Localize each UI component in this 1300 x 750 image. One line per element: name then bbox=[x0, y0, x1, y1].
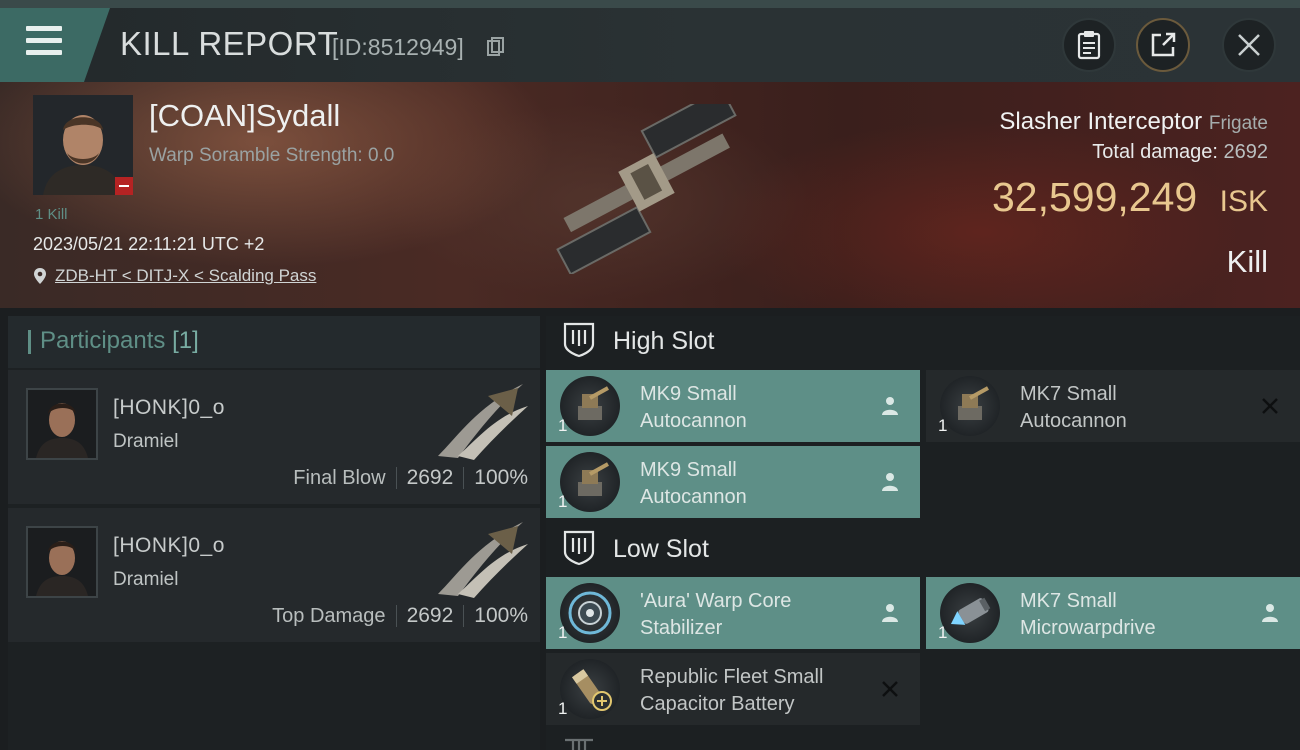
module-quantity: 1 bbox=[938, 416, 948, 435]
attacker-ship: Dramiel bbox=[113, 431, 179, 452]
menu-icon[interactable] bbox=[26, 26, 62, 56]
stat-divider bbox=[395, 605, 397, 627]
module-item[interactable]: 1 MK7 Small Microwarpdrive bbox=[926, 577, 1300, 649]
participant-card[interactable]: [HONK]0_o Dramiel Top Damage 2692 100% bbox=[8, 508, 540, 642]
capacitor-battery-icon bbox=[560, 659, 620, 719]
isk-value: 32,599,249 bbox=[991, 174, 1198, 220]
share-button[interactable] bbox=[1136, 18, 1190, 72]
total-damage-value: 2692 bbox=[1223, 141, 1269, 163]
high-slot-title: High Slot bbox=[613, 327, 715, 355]
warp-core-stabilizer-icon bbox=[560, 583, 620, 643]
low-slot-title: Low Slot bbox=[613, 535, 709, 563]
high-slot-header: High Slot bbox=[546, 316, 1300, 368]
module-item[interactable]: 1 Republic Fleet Small Capacitor Battery bbox=[546, 653, 920, 725]
module-quantity: 1 bbox=[558, 623, 568, 642]
module-quantity: 1 bbox=[558, 416, 568, 435]
module-name: MK7 Small Autocannon bbox=[1020, 383, 1127, 432]
low-slot-header: Low Slot bbox=[546, 524, 1300, 576]
module-item[interactable]: 1 MK7 Small Autocannon bbox=[926, 370, 1300, 442]
module-name: Republic Fleet Small Capacitor Battery bbox=[640, 666, 824, 715]
share-icon bbox=[1151, 32, 1176, 57]
attacker-damage: 2692 bbox=[406, 604, 454, 627]
attacker-damage-percent: 100% bbox=[474, 466, 528, 489]
attacker-damage-percent: 100% bbox=[474, 604, 528, 627]
attacker-portrait[interactable] bbox=[26, 388, 98, 460]
participant-card[interactable]: [HONK]0_o Dramiel Final Blow 2692 100% bbox=[8, 370, 540, 504]
attacker-stats: Top Damage 2692 100% bbox=[272, 604, 528, 628]
participants-title: Participants [1] bbox=[40, 327, 199, 355]
top-damage-label: Top Damage bbox=[272, 604, 386, 627]
top-accent-line bbox=[0, 0, 1300, 8]
warp-scramble-strength: Warp Soramble Strength: 0.0 bbox=[149, 145, 395, 166]
location-pin-icon bbox=[34, 268, 46, 284]
module-name: MK9 Small Autocannon bbox=[640, 459, 747, 508]
kill-location[interactable]: ZDB-HT < DITJ-X < Scalding Pass bbox=[33, 266, 316, 286]
isk-value-row: 32,599,249 ISK bbox=[992, 174, 1268, 221]
report-id: [ID:8512949] bbox=[332, 34, 464, 60]
dropped-person-icon bbox=[878, 470, 902, 494]
ship-name[interactable]: Slasher Interceptor bbox=[999, 108, 1202, 135]
participants-header: Participants [1] bbox=[8, 316, 540, 368]
autocannon-icon bbox=[560, 376, 620, 436]
stat-divider bbox=[463, 467, 465, 489]
autocannon-icon bbox=[940, 376, 1000, 436]
participants-label: Participants bbox=[40, 327, 166, 354]
module-name: MK9 Small Autocannon bbox=[640, 383, 747, 432]
clipboard-icon bbox=[1077, 31, 1101, 60]
final-blow-label: Final Blow bbox=[293, 466, 386, 489]
participants-accent-bar bbox=[28, 330, 31, 354]
module-item[interactable]: 1 'Aura' Warp Core Stabilizer bbox=[546, 577, 920, 649]
destroyed-x-icon bbox=[1258, 394, 1282, 418]
close-icon bbox=[1238, 34, 1260, 56]
victim-banner: [COAN]Sydall Warp Soramble Strength: 0.0… bbox=[0, 82, 1300, 308]
module-quantity: 1 bbox=[558, 699, 568, 718]
loss-badge bbox=[115, 177, 133, 195]
destroyed-x-icon bbox=[878, 677, 902, 701]
high-slot-icon bbox=[563, 322, 595, 358]
autocannon-icon bbox=[560, 452, 620, 512]
participants-count: [1] bbox=[172, 327, 199, 354]
copy-icon[interactable] bbox=[487, 37, 505, 57]
dropped-person-icon bbox=[878, 601, 902, 625]
attacker-ship-image[interactable] bbox=[428, 376, 532, 460]
kill-datetime: 2023/05/21 22:11:21 UTC +2 bbox=[33, 234, 265, 254]
header-bar: KILL REPORT [ID:8512949] bbox=[0, 8, 1300, 82]
clipboard-button[interactable] bbox=[1062, 18, 1116, 72]
module-item[interactable]: 1 MK9 Small Autocannon bbox=[546, 370, 920, 442]
ship-class: Frigate bbox=[1208, 113, 1268, 134]
page-title: KILL REPORT bbox=[120, 25, 339, 62]
attacker-portrait[interactable] bbox=[26, 526, 98, 598]
attacker-damage: 2692 bbox=[406, 466, 454, 489]
module-quantity: 1 bbox=[558, 492, 568, 511]
module-item[interactable]: 1 MK9 Small Autocannon bbox=[546, 446, 920, 518]
attacker-name[interactable]: [HONK]0_o bbox=[113, 534, 225, 558]
module-name: MK7 Small Microwarpdrive bbox=[1020, 590, 1156, 639]
total-damage: Total damage: 2692 bbox=[1092, 141, 1268, 164]
dropped-person-icon bbox=[878, 394, 902, 418]
attacker-stats: Final Blow 2692 100% bbox=[293, 466, 528, 490]
victim-name[interactable]: [COAN]Sydall bbox=[149, 98, 340, 134]
close-button[interactable] bbox=[1222, 18, 1276, 72]
attacker-ship-image[interactable] bbox=[428, 514, 532, 598]
dropped-person-icon bbox=[1258, 601, 1282, 625]
victim-ship-image[interactable] bbox=[520, 104, 780, 274]
victim-ship-name: Slasher Interceptor Frigate bbox=[999, 108, 1268, 136]
total-damage-label: Total damage: bbox=[1092, 141, 1218, 163]
fitting-panel: High Slot 1 MK9 Small Autocannon 1 MK7 S… bbox=[546, 316, 1300, 750]
attacker-name[interactable]: [HONK]0_o bbox=[113, 396, 225, 420]
module-name: 'Aura' Warp Core Stabilizer bbox=[640, 590, 792, 639]
isk-unit: ISK bbox=[1219, 185, 1268, 218]
stat-divider bbox=[395, 467, 397, 489]
mid-slot-icon bbox=[565, 738, 593, 750]
participants-panel: Participants [1] [HONK]0_o Dramiel Final… bbox=[8, 316, 540, 750]
stat-divider bbox=[463, 605, 465, 627]
attacker-ship: Dramiel bbox=[113, 569, 179, 590]
microwarpdrive-icon bbox=[940, 583, 1000, 643]
low-slot-icon bbox=[563, 530, 595, 566]
module-quantity: 1 bbox=[938, 623, 948, 642]
report-result: Kill bbox=[1226, 244, 1268, 279]
location-link[interactable]: ZDB-HT < DITJ-X < Scalding Pass bbox=[55, 266, 316, 286]
kill-count: 1 Kill bbox=[35, 206, 68, 223]
